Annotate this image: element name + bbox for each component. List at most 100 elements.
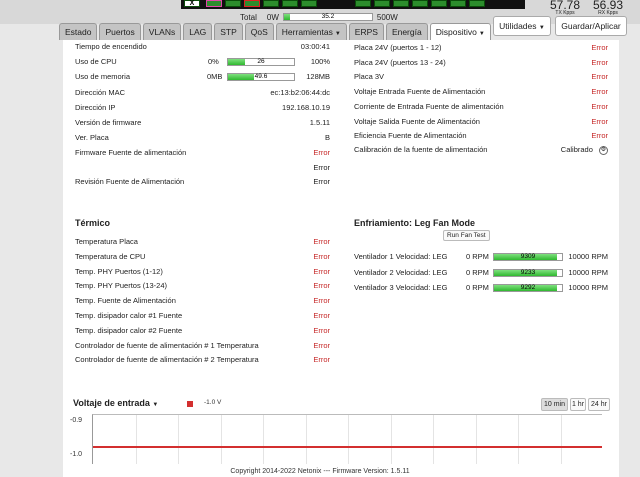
total-power-row: Total 0W 35.2 500W	[240, 12, 398, 22]
rx-kpps: 56.93 RX Kpps	[593, 0, 623, 16]
ytick-line: -1.0	[70, 451, 83, 458]
legend-swatch	[187, 401, 193, 407]
utilities-label: Utilidades	[499, 21, 537, 31]
power-label: Corriente de Entrada Fuente de alimentac…	[354, 101, 504, 111]
chart-gridline	[390, 415, 392, 464]
port-5[interactable]	[263, 0, 279, 7]
chart-gridline	[475, 415, 477, 464]
port-2[interactable]	[206, 0, 222, 7]
fan-min: 0 RPM	[466, 283, 489, 292]
thermal-row: Controlador de fuente de alimentación # …	[75, 339, 330, 353]
port-9[interactable]	[374, 0, 390, 7]
range-button-24hr[interactable]: 24 hr	[588, 398, 610, 411]
ip-label: Dirección IP	[75, 103, 116, 112]
gear-icon[interactable]: ⚙	[599, 145, 608, 155]
port-7[interactable]	[301, 0, 317, 7]
fan-label: Ventilador 2 Velocidad: LEG	[354, 267, 448, 277]
thermal-label: Temp. PHY Puertos (13-24)	[75, 281, 167, 291]
fan-label: Ventilador 3 Velocidad: LEG	[354, 283, 448, 292]
memory-label: Uso de memoria	[75, 72, 131, 81]
thermal-value: Error	[313, 325, 330, 335]
footer-text: Copyright 2014-2022 Netonix --- Firmware…	[230, 468, 410, 475]
psu-firmware-row: Firmware Fuente de alimentación Error	[75, 146, 330, 160]
chart-gridline	[135, 415, 137, 464]
range-button-10min[interactable]: 10 min	[541, 398, 568, 411]
power-bar: 35.2	[282, 13, 373, 21]
memory-row: Uso de memoria 0MB 49.6 128MB	[75, 70, 330, 84]
port-8[interactable]	[355, 0, 371, 7]
thermal-row: Temp. PHY Puertos (13-24) Error	[75, 279, 330, 293]
fan-speed-bar: 9292	[493, 284, 563, 292]
thermal-value: Error	[313, 251, 330, 261]
fan-speed-value: 9309	[520, 253, 536, 260]
tab-dispositivo[interactable]: Dispositivo ▼	[429, 23, 491, 40]
thermal-value: Error	[313, 355, 330, 365]
port-1[interactable]: X	[184, 0, 200, 7]
port-10[interactable]	[393, 0, 409, 7]
tx-value: 57.78	[550, 0, 581, 12]
port-3[interactable]	[225, 0, 241, 7]
port-12[interactable]	[431, 0, 447, 7]
psu-revision-label: Revisión Fuente de Alimentación	[75, 177, 185, 186]
power-value: Error	[591, 87, 608, 97]
port-6[interactable]	[282, 0, 298, 7]
device-panel: Tiempo de encendido 03:00:41 Uso de CPU …	[63, 40, 619, 477]
chart-gridline	[518, 415, 519, 464]
port-11[interactable]	[412, 0, 428, 7]
utilities-dropdown[interactable]: Utilidades ▼	[493, 16, 551, 36]
tab-label: STP	[220, 27, 237, 37]
power-value: Error	[591, 72, 608, 82]
fan-row: Ventilador 3 Velocidad: LEG 0 RPM 9292 1000…	[354, 281, 608, 295]
cooling-title: Enfriamiento: Leg Fan Mode	[354, 218, 476, 228]
total-label: Total	[240, 12, 257, 22]
power-value: Error	[591, 101, 608, 111]
fan-max: 10000 RPM	[568, 252, 608, 261]
save-apply-button[interactable]: Guardar/Aplicar	[555, 16, 627, 36]
thermal-label: Controlador de fuente de alimentación # …	[75, 355, 259, 365]
thermal-title: Térmico	[75, 218, 111, 228]
power-value: Error	[591, 116, 608, 126]
tab-stp[interactable]: STP	[214, 23, 243, 40]
range-button-1hr[interactable]: 1 hr	[570, 398, 586, 411]
psu-firmware-label: Firmware Fuente de alimentación	[75, 148, 187, 157]
port-13[interactable]	[450, 0, 466, 7]
tab-label: Energía	[391, 27, 422, 37]
power-row: Voltaje Salida Fuente de Alimentación Err…	[354, 115, 608, 129]
cpu-bar-value: 26	[257, 58, 265, 65]
thermal-label: Temp. Fuente de Alimentación	[75, 296, 176, 306]
fan-speed-value: 9233	[520, 268, 536, 276]
power-row: Placa 24V (puertos 1 - 12) Error	[354, 41, 608, 55]
chevron-down-icon: ▼	[152, 402, 159, 408]
fan-speed-value: 9292	[520, 284, 536, 291]
thermal-row: Temp. disipador calor #2 Fuente Error	[75, 324, 330, 338]
uptime-value: 03:00:41	[300, 42, 330, 51]
cpu-row: Uso de CPU 0% 26 100%	[75, 55, 330, 69]
power-value: Error	[591, 43, 608, 52]
chevron-down-icon: ▼	[334, 31, 341, 37]
fan-max: 10000 RPM	[568, 283, 608, 292]
tab-label: VLANs	[148, 27, 176, 37]
power-min-label: 0W	[266, 12, 279, 22]
port-status-strip: X	[181, 0, 525, 9]
tab-qos[interactable]: QoS	[244, 23, 274, 40]
power-label: Eficiencia Fuente de Alimentación	[354, 131, 467, 141]
tab-vlans[interactable]: VLANs	[142, 23, 182, 40]
memory-max: 128MB	[306, 72, 330, 81]
port-14[interactable]	[469, 0, 485, 7]
voltage-series-line	[93, 445, 602, 448]
run-fan-test-button[interactable]: Run Fan Test	[443, 230, 490, 241]
tab-puertos[interactable]: Puertos	[99, 23, 141, 40]
tab-lag[interactable]: LAG	[183, 23, 213, 40]
voltage-chart	[92, 414, 602, 464]
tab-estado[interactable]: Estado	[59, 23, 98, 40]
tab-erps[interactable]: ERPS	[348, 23, 384, 40]
power-row: Eficiencia Fuente de Alimentación Error	[354, 129, 608, 143]
ytick-top: -0.9	[70, 417, 83, 424]
psu-firmware-value-2: Error	[313, 163, 330, 172]
tab-herramientas[interactable]: Herramientas ▼	[275, 23, 347, 40]
chart-gridline	[178, 415, 179, 464]
uptime-label: Tiempo de encendido	[75, 42, 147, 51]
voltage-chart-title[interactable]: Voltaje de entrada ▼	[73, 398, 158, 408]
tab-energ-a[interactable]: Energía	[385, 23, 428, 40]
port-4[interactable]	[244, 0, 260, 7]
